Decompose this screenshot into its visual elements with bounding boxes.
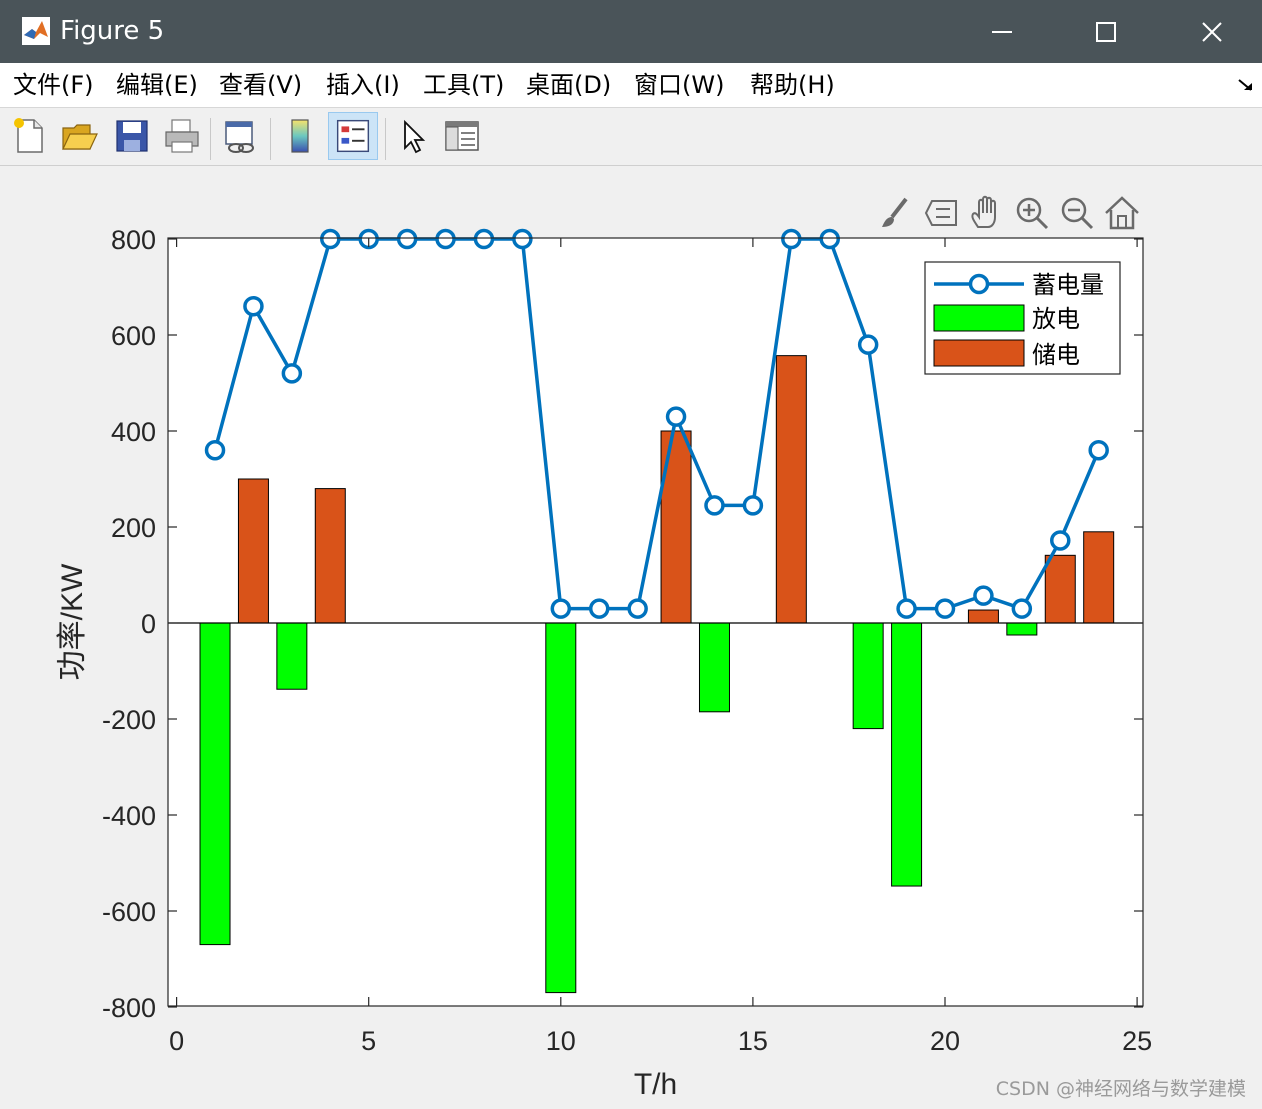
discharge-bar-18: [852, 622, 884, 730]
chart[interactable]: 0 5 10 15 20 25 -800 -600 -400 -200 0 200 400 600 800 T…: [5, 166, 1262, 1109]
menu-view[interactable]: 查看(V): [219, 69, 302, 101]
legend-label-storage: 蓄电量: [1032, 271, 1104, 299]
insert-colorbar-icon[interactable]: [280, 116, 320, 156]
storage-marker-1: [204, 439, 226, 461]
pan-hand-icon[interactable]: [966, 193, 1006, 233]
menu-desktop[interactable]: 桌面(D): [526, 69, 611, 101]
x-axis-label: T/h: [634, 1068, 677, 1101]
storage-marker-16: [781, 228, 802, 250]
toolbar-separator: [210, 118, 211, 160]
toolbar-separator: [270, 118, 271, 160]
menu-edit[interactable]: 编辑(E): [116, 69, 198, 101]
charge-bar-4: [314, 488, 346, 624]
storage-marker-9: [512, 228, 533, 250]
dock-arrow-icon[interactable]: [1236, 75, 1256, 95]
y-axis-label: 功率/KW: [56, 563, 89, 680]
charge-bar-2: [237, 478, 269, 624]
matlab-logo-icon: [22, 17, 50, 45]
print-icon[interactable]: [162, 116, 202, 156]
toolbar-separator: [385, 118, 386, 160]
brush-icon[interactable]: [876, 193, 916, 233]
y-tick-label: -800: [102, 993, 156, 1023]
menu-bar: 文件(F) 编辑(E) 查看(V) 插入(I) 工具(T) 桌面(D) 窗口(W…: [0, 63, 1262, 108]
storage-marker-4: [320, 228, 341, 250]
save-icon[interactable]: [112, 116, 152, 156]
storage-marker-20: [934, 598, 956, 619]
storage-marker-21: [973, 585, 994, 606]
x-tick-label: 20: [930, 1026, 960, 1056]
discharge-bar-1: [199, 622, 231, 946]
x-tick-label: 10: [546, 1026, 576, 1056]
data-tips-icon[interactable]: [922, 193, 962, 233]
x-tick-label: 5: [361, 1026, 376, 1056]
storage-marker-22: [1011, 598, 1033, 619]
menu-tools[interactable]: 工具(T): [423, 69, 504, 101]
discharge-bar-19: [891, 622, 923, 887]
watermark-text: CSDN @神经网络与数学建模: [995, 1078, 1246, 1100]
new-figure-icon[interactable]: [10, 116, 50, 156]
storage-marker-24: [1088, 439, 1109, 461]
y-tick-label: 0: [141, 609, 156, 639]
menu-window[interactable]: 窗口(W): [634, 69, 724, 101]
zoom-in-icon[interactable]: [1012, 193, 1052, 233]
storage-marker-12: [627, 598, 648, 619]
storage-marker-15: [742, 495, 764, 516]
legend-label-charge: 储电: [1032, 341, 1080, 369]
edit-plot-arrow-icon[interactable]: [395, 116, 435, 156]
storage-marker-11: [588, 598, 610, 619]
storage-marker-10: [550, 598, 572, 619]
charge-bar-16: [775, 355, 807, 624]
storage-marker-3: [281, 363, 303, 384]
x-tick-label: 15: [738, 1026, 768, 1056]
storage-marker-6: [396, 228, 418, 250]
x-tick-label: 25: [1122, 1026, 1152, 1056]
figure-canvas: 0 5 10 15 20 25 -800 -600 -400 -200 0 200 400 600 800 T…: [5, 166, 1262, 1109]
charge-bar-23: [1044, 554, 1076, 624]
storage-marker-19: [896, 598, 917, 619]
y-tick-label: 600: [111, 321, 156, 351]
y-tick-label: 400: [111, 417, 156, 447]
discharge-bar-22: [1006, 622, 1038, 636]
discharge-bar-3: [276, 622, 308, 690]
discharge-bar-10: [545, 622, 577, 994]
charge-bar-24: [1083, 531, 1115, 624]
window-titlebar: Figure 5: [0, 0, 1262, 63]
zoom-out-icon[interactable]: [1057, 193, 1097, 233]
x-tick-label: 0: [169, 1026, 184, 1056]
window-title: Figure 5: [60, 16, 165, 46]
menu-insert[interactable]: 插入(I): [326, 69, 400, 101]
menu-file[interactable]: 文件(F): [13, 69, 94, 101]
property-inspector-icon[interactable]: [442, 116, 482, 156]
restore-view-home-icon[interactable]: [1102, 193, 1142, 233]
figure-toolbar: [0, 108, 1262, 166]
y-tick-label: 200: [111, 513, 156, 543]
menu-help[interactable]: 帮助(H): [750, 69, 835, 101]
storage-marker-7: [435, 228, 456, 250]
charge-bar-21: [967, 609, 999, 624]
link-plot-icon[interactable]: [220, 116, 260, 156]
storage-marker-8: [473, 228, 495, 250]
legend-label-discharge: 放电: [1032, 305, 1080, 333]
storage-marker-23: [1050, 530, 1071, 551]
y-tick-label: -400: [102, 801, 156, 831]
y-tick-label: 800: [111, 225, 156, 255]
insert-legend-icon[interactable]: [328, 112, 378, 160]
discharge-bar-14: [698, 622, 730, 713]
minimize-button[interactable]: [982, 12, 1022, 52]
legend-marker-swatch: [968, 273, 990, 295]
maximize-button[interactable]: [1086, 12, 1126, 52]
storage-marker-2: [243, 295, 264, 317]
charge-bar-13: [660, 430, 692, 624]
storage-marker-14: [704, 495, 725, 516]
legend-discharge-swatch: [933, 304, 1025, 332]
storage-marker-17: [819, 228, 840, 250]
storage-marker-18: [857, 334, 879, 355]
storage-marker-13: [665, 406, 687, 427]
y-tick-label: -600: [102, 897, 156, 927]
close-button[interactable]: [1192, 12, 1232, 52]
y-tick-label: -200: [102, 705, 156, 735]
legend-charge-swatch: [933, 339, 1025, 367]
open-file-icon[interactable]: [60, 116, 100, 156]
